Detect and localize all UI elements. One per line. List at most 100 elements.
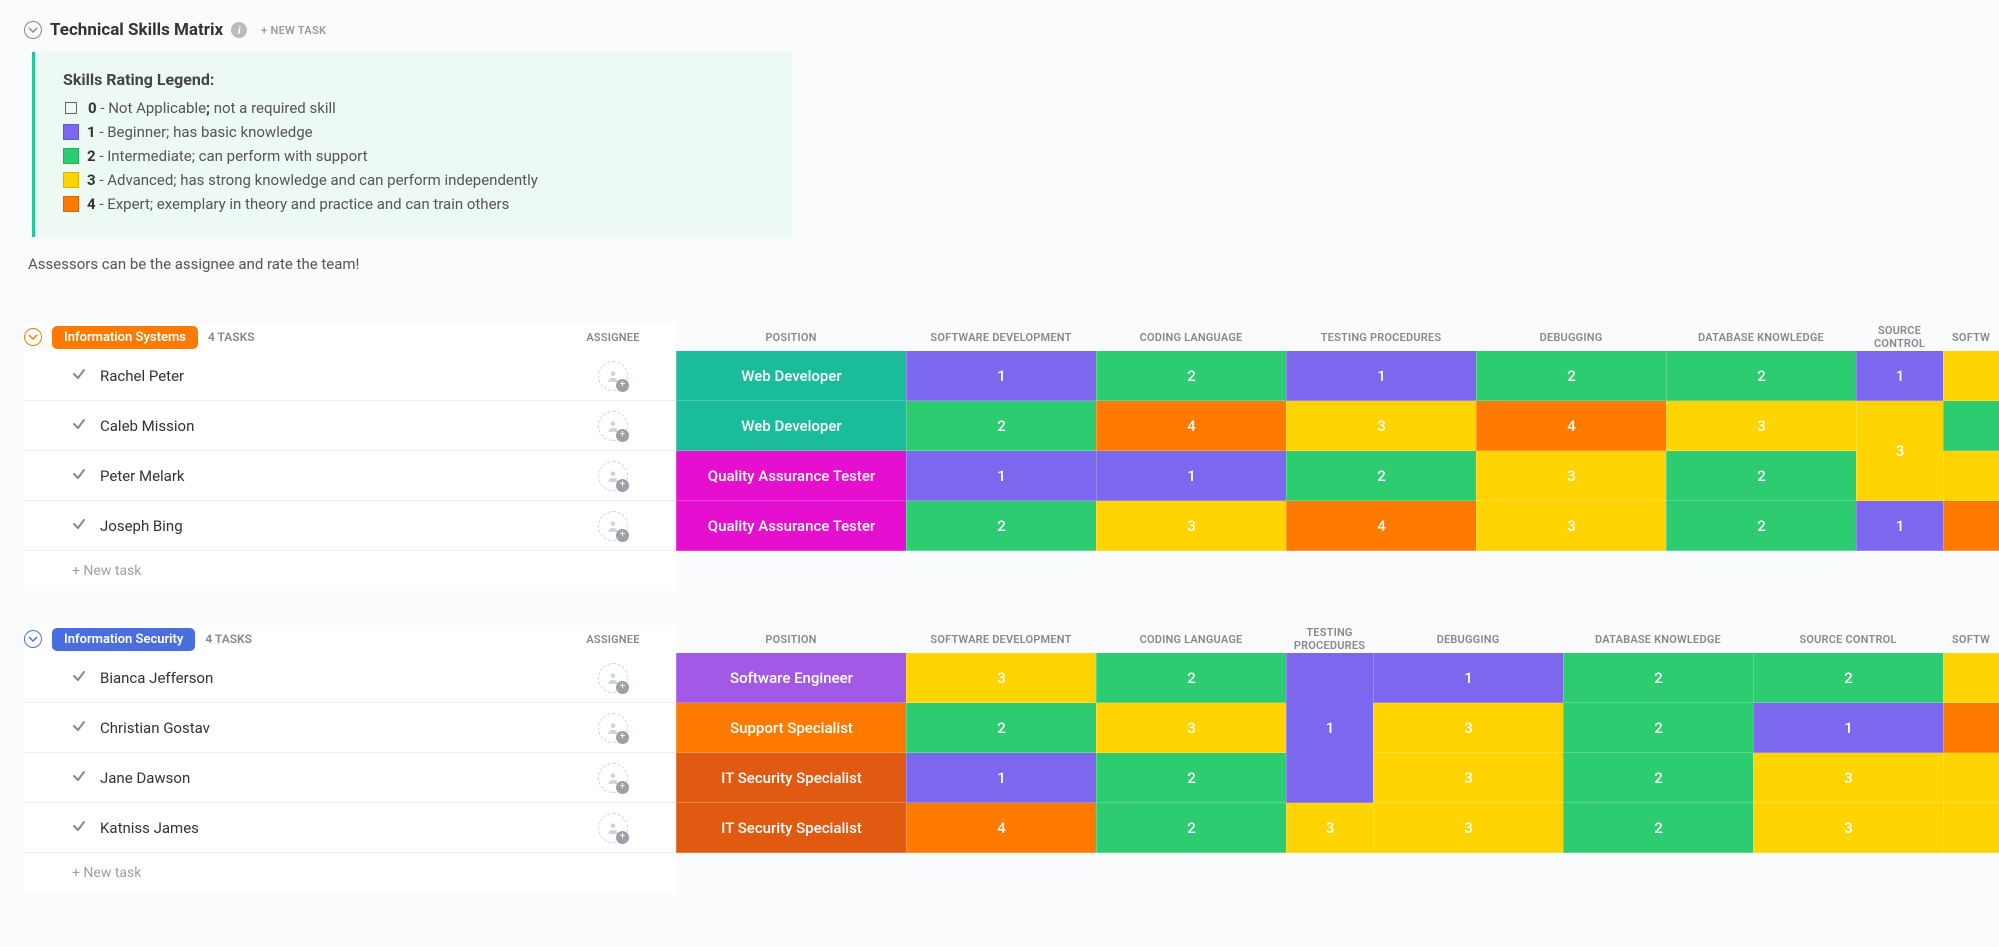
rating-cell[interactable]: 1	[906, 451, 1096, 501]
rating-cell[interactable]	[1943, 501, 1999, 551]
rating-cell[interactable]: 2	[1666, 351, 1856, 401]
rating-cell[interactable]: 3	[1286, 803, 1373, 853]
position-cell[interactable]: Web Developer	[676, 401, 906, 451]
rating-cell[interactable]	[1943, 753, 1999, 803]
rating-cell[interactable]: 1	[1286, 351, 1476, 401]
rating-cell[interactable]: 2	[1096, 351, 1286, 401]
task-row[interactable]: Christian Gostav+	[24, 703, 676, 753]
rating-cell[interactable]: 2	[1563, 803, 1753, 853]
group-collapse-toggle[interactable]	[24, 630, 42, 648]
rating-cell[interactable]: 1	[906, 351, 1096, 401]
add-assignee-button[interactable]: +	[598, 813, 628, 843]
add-assignee-button[interactable]: +	[598, 511, 628, 541]
rating-cell[interactable]: 1	[906, 753, 1096, 803]
check-icon[interactable]	[72, 819, 88, 837]
task-name: Jane Dawson	[100, 769, 558, 787]
column-header-skill: SOFTWARE DEVELOPMENT	[906, 323, 1096, 351]
check-icon[interactable]	[72, 669, 88, 687]
rating-cell[interactable]: 4	[906, 803, 1096, 853]
position-cell[interactable]: Web Developer	[676, 351, 906, 401]
rating-cell[interactable]: 3	[1476, 451, 1666, 501]
rating-cell[interactable]: 3	[1856, 401, 1943, 501]
task-row[interactable]: Rachel Peter+	[24, 351, 676, 401]
rating-cell[interactable]: 2	[906, 703, 1096, 753]
rating-cell[interactable]: 4	[1286, 501, 1476, 551]
plus-icon: +	[616, 429, 629, 442]
rating-cell[interactable]: 2	[1563, 703, 1753, 753]
rating-cell[interactable]	[1943, 653, 1999, 703]
plus-icon: +	[616, 681, 629, 694]
add-assignee-button[interactable]: +	[598, 763, 628, 793]
position-cell[interactable]: IT Security Specialist	[676, 803, 906, 853]
task-row[interactable]: Caleb Mission+	[24, 401, 676, 451]
rating-cell[interactable]: 1	[1286, 653, 1373, 803]
rating-cell[interactable]	[1943, 401, 1999, 451]
rating-cell[interactable]: 2	[906, 401, 1096, 451]
rating-cell[interactable]: 4	[1476, 401, 1666, 451]
group-pill[interactable]: Information Systems	[52, 326, 198, 349]
rating-cell[interactable]: 3	[1753, 753, 1943, 803]
check-icon[interactable]	[72, 769, 88, 787]
task-row[interactable]: Katniss James+	[24, 803, 676, 853]
new-task-button-top[interactable]: + NEW TASK	[261, 24, 326, 37]
check-icon[interactable]	[72, 367, 88, 385]
rating-cell[interactable]: 1	[1096, 451, 1286, 501]
rating-cell[interactable]	[1943, 803, 1999, 853]
group-collapse-toggle[interactable]	[24, 328, 42, 346]
rating-cell[interactable]: 3	[1286, 401, 1476, 451]
rating-cell[interactable]: 2	[1476, 351, 1666, 401]
rating-cell[interactable]: 3	[1666, 401, 1856, 451]
add-assignee-button[interactable]: +	[598, 361, 628, 391]
rating-cell[interactable]: 2	[906, 501, 1096, 551]
rating-cell[interactable]: 2	[1096, 653, 1286, 703]
rating-cell[interactable]: 1	[1856, 351, 1943, 401]
check-icon[interactable]	[72, 417, 88, 435]
add-assignee-button[interactable]: +	[598, 461, 628, 491]
rating-cell[interactable]: 2	[1563, 753, 1753, 803]
task-row[interactable]: Bianca Jefferson+	[24, 653, 676, 703]
rating-cell[interactable]: 4	[1096, 401, 1286, 451]
rating-cell[interactable]: 3	[1373, 803, 1563, 853]
column-header-skill: DEBUGGING	[1476, 323, 1666, 351]
task-row[interactable]: Peter Melark+	[24, 451, 676, 501]
rating-cell[interactable]: 3	[1373, 703, 1563, 753]
rating-cell[interactable]: 3	[1096, 703, 1286, 753]
rating-cell[interactable]: 2	[1096, 753, 1286, 803]
position-cell[interactable]: IT Security Specialist	[676, 753, 906, 803]
check-icon[interactable]	[72, 719, 88, 737]
add-assignee-button[interactable]: +	[598, 411, 628, 441]
rating-cell[interactable]: 2	[1286, 451, 1476, 501]
section-collapse-toggle[interactable]	[24, 21, 42, 39]
rating-cell[interactable]: 2	[1753, 653, 1943, 703]
rating-cell[interactable]	[1943, 451, 1999, 501]
rating-cell[interactable]: 1	[1753, 703, 1943, 753]
check-icon[interactable]	[72, 517, 88, 535]
rating-cell[interactable]: 2	[1666, 451, 1856, 501]
position-cell[interactable]: Quality Assurance Tester	[676, 501, 906, 551]
position-cell[interactable]: Software Engineer	[676, 653, 906, 703]
rating-cell[interactable]: 2	[1563, 653, 1753, 703]
rating-cell[interactable]: 2	[1096, 803, 1286, 853]
rating-cell[interactable]: 3	[906, 653, 1096, 703]
rating-cell[interactable]	[1943, 703, 1999, 753]
rating-cell[interactable]: 1	[1856, 501, 1943, 551]
task-row[interactable]: Jane Dawson +	[24, 753, 676, 803]
new-task-button[interactable]: + New task	[24, 551, 676, 591]
check-icon[interactable]	[72, 467, 88, 485]
task-row[interactable]: Joseph Bing+	[24, 501, 676, 551]
add-assignee-button[interactable]: +	[598, 663, 628, 693]
group-pill[interactable]: Information Security	[52, 628, 195, 651]
rating-cell[interactable]: 2	[1666, 501, 1856, 551]
position-cell[interactable]: Support Specialist	[676, 703, 906, 753]
new-task-button[interactable]: + New task	[24, 853, 676, 893]
rating-cell[interactable]	[1943, 351, 1999, 401]
rating-cell[interactable]: 3	[1476, 501, 1666, 551]
add-assignee-button[interactable]: +	[598, 713, 628, 743]
position-cell[interactable]: Quality Assurance Tester	[676, 451, 906, 501]
rating-cell[interactable]: 1	[1373, 653, 1563, 703]
rating-cell[interactable]: 3	[1373, 753, 1563, 803]
legend-title: Skills Rating Legend:	[63, 70, 764, 89]
rating-cell[interactable]: 3	[1753, 803, 1943, 853]
info-icon[interactable]: i	[231, 22, 247, 38]
rating-cell[interactable]: 3	[1096, 501, 1286, 551]
